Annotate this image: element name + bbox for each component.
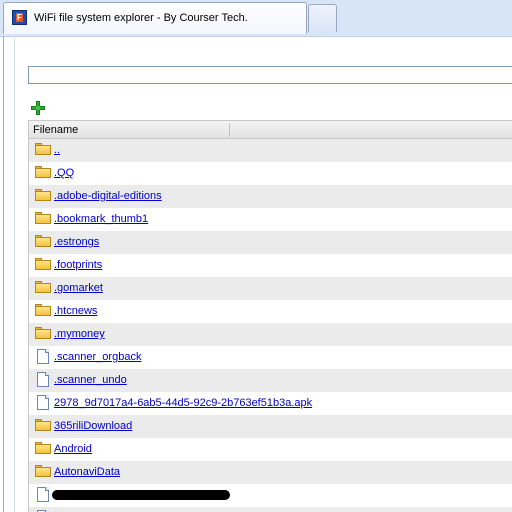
table-row[interactable] [29,507,512,512]
table-row[interactable]: .htcnews [29,300,512,323]
table-row[interactable]: Android [29,438,512,461]
path-input[interactable] [28,66,512,84]
table-row[interactable]: .estrongs [29,231,512,254]
folder-icon [35,465,51,477]
table-row[interactable]: 2978_9d7017a4-6ab5-44d5-92c9-2b763ef51b3… [29,392,512,415]
column-header-filename[interactable]: Filename [33,124,78,136]
filename-link[interactable]: .scanner_undo [54,374,127,386]
folder-icon [35,189,51,201]
folder-icon [35,281,51,293]
table-row[interactable]: .bookmark_thumb1 [29,208,512,231]
folder-icon [35,258,51,270]
filename-link[interactable]: AutonaviData [54,466,120,478]
filename-link[interactable]: 2978_9d7017a4-6ab5-44d5-92c9-2b763ef51b3… [54,397,312,409]
file-icon [35,395,49,411]
table-row[interactable]: .mymoney [29,323,512,346]
filename-link[interactable]: Android [54,443,92,455]
filename-link[interactable]: .bookmark_thumb1 [54,213,148,225]
folder-icon [35,419,51,431]
filename-link[interactable]: .. [54,144,60,156]
add-plus-icon[interactable] [31,101,45,115]
folder-icon [35,212,51,224]
filename-link[interactable]: .estrongs [54,236,99,248]
tab-title: WiFi file system explorer - By Courser T… [34,12,248,24]
app-logo-icon: F [12,10,27,25]
table-row[interactable] [29,484,512,507]
table-row[interactable]: .QQ [29,162,512,185]
table-row[interactable]: .gomarket [29,277,512,300]
file-icon [35,372,49,388]
new-tab-button[interactable] [308,4,337,32]
file-table: Filename .. .QQ .adobe-digital-editions .bo… [28,120,512,512]
table-header: Filename [29,120,512,139]
filename-link[interactable]: 365riliDownload [54,420,132,432]
table-row[interactable]: .adobe-digital-editions [29,185,512,208]
table-row[interactable]: .footprints [29,254,512,277]
filename-link[interactable]: .htcnews [54,305,97,317]
file-icon [35,349,49,365]
table-row[interactable]: .scanner_orgback [29,346,512,369]
filename-link[interactable]: .adobe-digital-editions [54,190,162,202]
table-row[interactable]: AutonaviData [29,461,512,484]
table-row[interactable]: .scanner_undo [29,369,512,392]
folder-icon [35,442,51,454]
table-row[interactable]: 365riliDownload [29,415,512,438]
tab-strip: F WiFi file system explorer - By Courser… [0,0,512,37]
folder-icon [35,327,51,339]
filename-link[interactable]: .QQ [54,167,74,179]
folder-icon [35,235,51,247]
frame-border [3,36,4,512]
folder-icon [35,304,51,316]
file-list: .. .QQ .adobe-digital-editions .bookmark_th… [29,139,512,512]
table-row[interactable]: .. [29,139,512,162]
folder-icon [35,143,51,155]
redacted-filename [52,490,230,500]
filename-link[interactable]: .scanner_orgback [54,351,141,363]
folder-icon [35,166,51,178]
column-separator[interactable] [229,123,230,137]
filename-link[interactable]: .mymoney [54,328,105,340]
tab-wifi-explorer[interactable]: F WiFi file system explorer - By Courser… [3,2,307,34]
filename-link[interactable]: .gomarket [54,282,103,294]
frame-divider [14,36,15,512]
file-icon [35,487,49,503]
filename-link[interactable]: .footprints [54,259,102,271]
